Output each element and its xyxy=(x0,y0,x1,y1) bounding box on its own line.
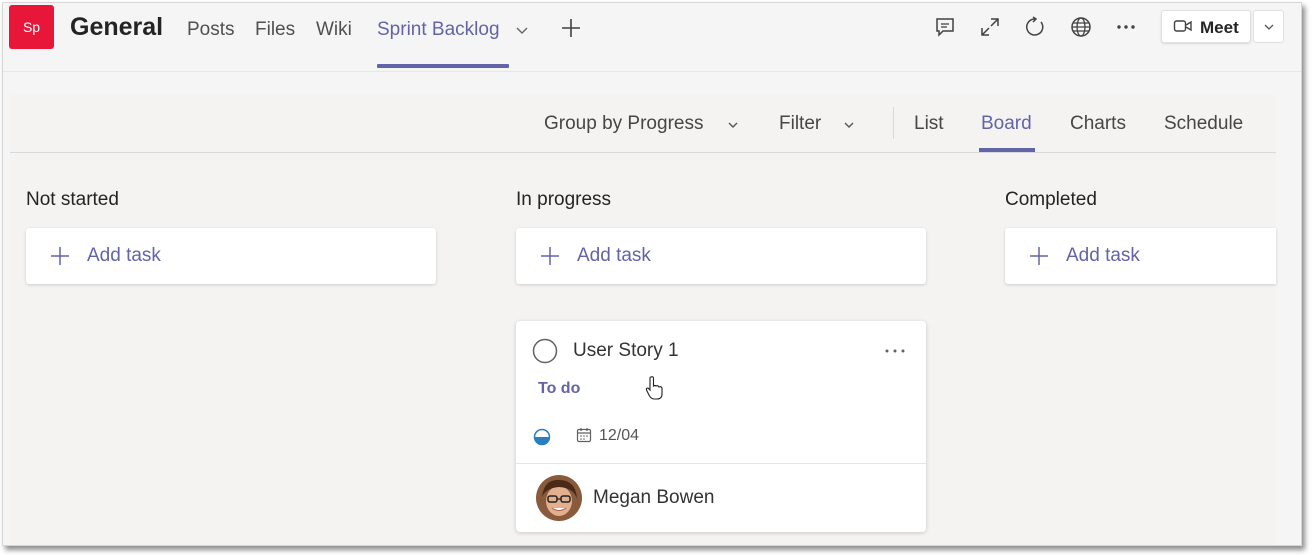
task-label[interactable]: To do xyxy=(538,380,580,398)
globe-icon[interactable] xyxy=(1069,15,1093,39)
add-task-label: Add task xyxy=(577,245,651,266)
chevron-down-icon[interactable] xyxy=(725,117,741,133)
add-task-label: Add task xyxy=(1066,245,1140,266)
add-task-label: Add task xyxy=(87,245,161,266)
meet-dropdown-button[interactable] xyxy=(1253,10,1284,43)
filter-dropdown[interactable]: Filter xyxy=(779,113,821,135)
channel-title: General xyxy=(70,13,164,41)
task-card[interactable]: User Story 1 To do 12/04 Megan Bowen xyxy=(516,321,926,532)
plus-icon xyxy=(51,247,69,265)
expand-icon[interactable] xyxy=(978,15,1002,39)
tab-posts[interactable]: Posts xyxy=(187,19,235,41)
planner-board: Group by Progress Filter List Board Char… xyxy=(10,95,1276,545)
view-schedule[interactable]: Schedule xyxy=(1164,113,1243,135)
avatar[interactable] xyxy=(536,475,582,521)
channel-header: Sp General Posts Files Wiki Sprint Backl… xyxy=(3,3,1301,72)
complete-circle-icon[interactable] xyxy=(532,338,558,364)
view-list[interactable]: List xyxy=(914,113,944,135)
toolbar-divider xyxy=(893,107,894,139)
chat-icon[interactable] xyxy=(933,15,957,39)
plus-icon xyxy=(541,247,559,265)
add-task-button[interactable]: Add task xyxy=(26,228,436,284)
group-by-dropdown[interactable]: Group by Progress xyxy=(544,113,703,135)
app-window: Sp General Posts Files Wiki Sprint Backl… xyxy=(2,2,1302,546)
more-icon[interactable] xyxy=(1114,15,1138,39)
view-charts[interactable]: Charts xyxy=(1070,113,1126,135)
bucket-title-not-started: Not started xyxy=(26,189,119,210)
chevron-down-icon[interactable] xyxy=(841,117,857,133)
calendar-icon xyxy=(576,428,592,443)
active-tab-indicator xyxy=(377,64,509,68)
task-title[interactable]: User Story 1 xyxy=(573,340,679,362)
card-divider xyxy=(516,463,926,464)
bucket-title-in-progress: In progress xyxy=(516,189,612,210)
tab-sprint-backlog[interactable]: Sprint Backlog xyxy=(377,19,500,41)
plus-icon[interactable] xyxy=(559,16,583,40)
tab-files[interactable]: Files xyxy=(255,19,295,41)
view-board[interactable]: Board xyxy=(981,113,1032,135)
chevron-down-icon xyxy=(1264,24,1274,30)
team-initials: Sp xyxy=(22,19,41,35)
reload-icon[interactable] xyxy=(1023,15,1047,39)
meet-button[interactable]: Meet xyxy=(1161,10,1251,43)
add-task-button[interactable]: Add task xyxy=(1005,228,1276,284)
hand-cursor-icon xyxy=(645,376,663,400)
add-task-button[interactable]: Add task xyxy=(516,228,926,284)
plus-icon xyxy=(1030,247,1048,265)
active-view-indicator xyxy=(979,148,1035,152)
team-avatar[interactable]: Sp xyxy=(9,5,54,49)
task-due-date: 12/04 xyxy=(599,427,640,444)
board-toolbar: Group by Progress Filter List Board Char… xyxy=(10,95,1276,153)
more-icon[interactable] xyxy=(882,341,908,361)
tab-wiki[interactable]: Wiki xyxy=(316,19,352,41)
chevron-down-icon[interactable] xyxy=(513,21,531,39)
bucket-title-completed: Completed xyxy=(1005,189,1097,210)
video-camera-icon xyxy=(1173,20,1192,32)
progress-half-icon xyxy=(533,428,551,446)
task-assignee-name: Megan Bowen xyxy=(593,487,715,508)
meet-label: Meet xyxy=(1200,18,1239,37)
